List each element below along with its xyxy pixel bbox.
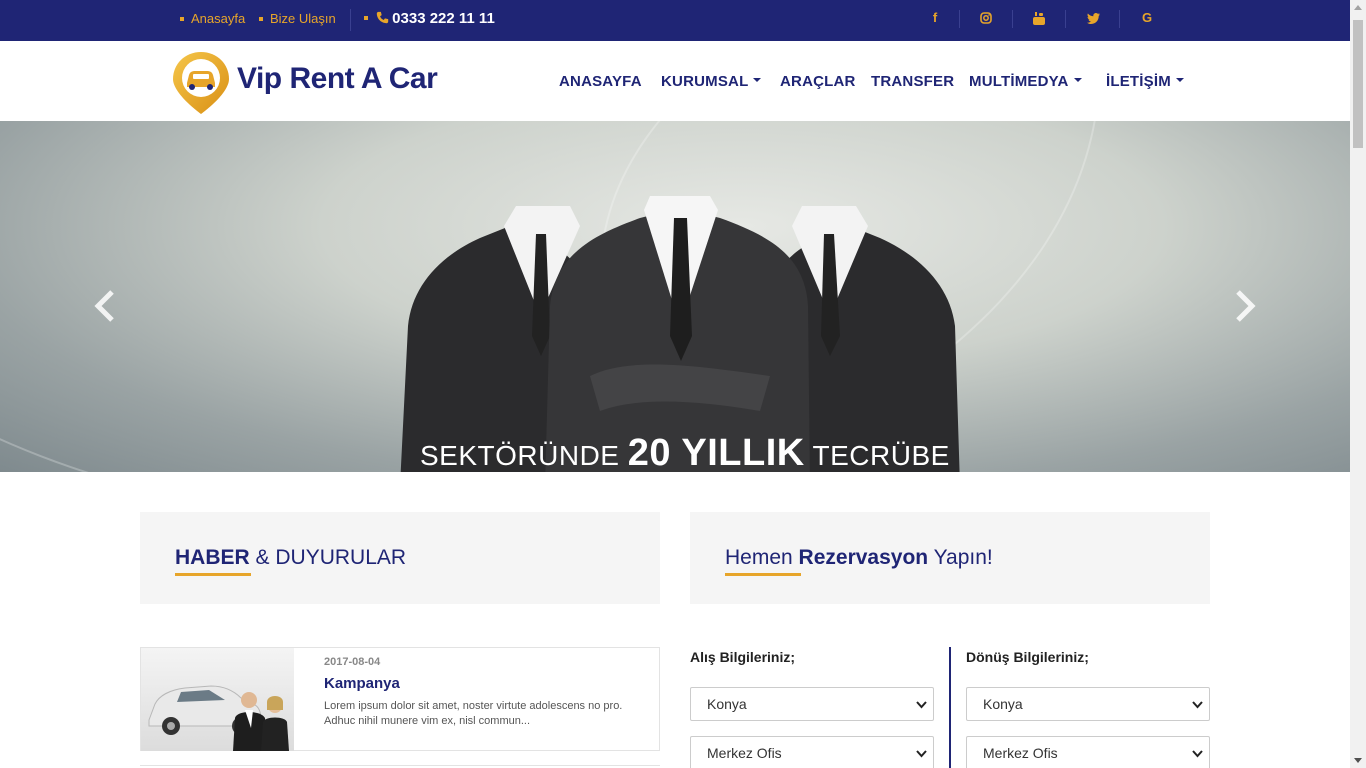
slider-prev-button[interactable]	[92, 286, 116, 326]
page-scrollbar[interactable]	[1350, 0, 1366, 768]
form-divider	[949, 647, 951, 768]
youtube-icon[interactable]	[1029, 10, 1049, 28]
nav-item-iletisim[interactable]: İLETİŞİM	[1106, 73, 1184, 90]
news-date: 2017-08-04	[324, 656, 381, 668]
triangle-up-icon	[1354, 5, 1362, 10]
chevron-down-icon	[916, 750, 927, 758]
phone-icon	[376, 11, 389, 23]
google-icon[interactable]: G	[1137, 10, 1157, 28]
title-underline	[725, 573, 801, 576]
site-logo[interactable]: Vip Rent A Car	[170, 50, 442, 116]
nav-item-transfer[interactable]: TRANSFER	[871, 73, 954, 90]
reservation-panel-header: Hemen Rezervasyon Yapın!	[690, 512, 1210, 604]
nav-item-araclar[interactable]: ARAÇLAR	[780, 73, 856, 90]
news-panel-title: HABER & DUYURULAR	[175, 546, 407, 569]
hero-slider	[0, 121, 1350, 472]
bullet-icon	[364, 16, 368, 21]
return-office-select[interactable]: Merkez Ofis	[966, 736, 1210, 768]
main-header: Vip Rent A Car ANASAYFA KURUMSAL ARAÇLAR…	[0, 41, 1350, 121]
slider-next-button[interactable]	[1234, 286, 1258, 326]
topbar-phone[interactable]: 0333 222 11 11	[364, 10, 495, 27]
scroll-down-button[interactable]	[1350, 752, 1366, 768]
car-and-people-image	[148, 685, 289, 751]
news-excerpt: Lorem ipsum dolor sit amet, noster virtu…	[324, 700, 623, 727]
nav-item-multimedya[interactable]: MULTİMEDYA	[969, 73, 1082, 90]
topbar-home-link[interactable]: Anasayfa	[180, 11, 245, 26]
pickup-office-select[interactable]: Merkez Ofis	[690, 736, 934, 768]
topbar-contact-link[interactable]: Bize Ulaşın	[259, 11, 336, 26]
social-divider	[1065, 10, 1066, 28]
slider-caption: SEKTÖRÜNDE 20 YILLIK TECRÜBE	[420, 432, 950, 474]
caret-down-icon	[1175, 78, 1184, 83]
news-panel-header: HABER & DUYURULAR	[140, 512, 660, 604]
nav-item-kurumsal[interactable]: KURUMSAL	[661, 73, 762, 90]
social-divider	[1012, 10, 1013, 28]
nav-item-anasayfa[interactable]: ANASAYFA	[559, 73, 642, 90]
return-city-select[interactable]: Konya	[966, 687, 1210, 721]
social-divider	[1119, 10, 1120, 28]
chevron-left-icon	[94, 290, 114, 322]
pickup-city-select[interactable]: Konya	[690, 687, 934, 721]
return-label: Dönüş Bilgileriniz;	[966, 649, 1089, 665]
news-item[interactable]: 2017-08-04 Kampanya Lorem ipsum dolor si…	[140, 647, 660, 751]
top-bar: Anasayfa Bize Ulaşın 0333 222 11 11 f G	[0, 0, 1350, 41]
suits-illustration	[400, 196, 960, 472]
scroll-thumb[interactable]	[1353, 20, 1363, 148]
bullet-icon	[180, 16, 184, 21]
caret-down-icon	[1073, 78, 1082, 83]
news-title[interactable]: Kampanya	[324, 675, 400, 692]
scroll-up-button[interactable]	[1350, 0, 1366, 16]
chevron-down-icon	[1192, 750, 1203, 758]
reservation-panel-title: Hemen Rezervasyon Yapın!	[725, 546, 993, 569]
facebook-icon[interactable]: f	[925, 10, 945, 28]
chevron-right-icon	[1236, 290, 1256, 322]
pickup-label: Alış Bilgileriniz;	[690, 649, 796, 665]
location-pin-logo-icon	[173, 52, 229, 114]
chevron-down-icon	[916, 701, 927, 709]
twitter-icon[interactable]	[1083, 10, 1103, 28]
triangle-down-icon	[1354, 758, 1362, 763]
social-divider	[959, 10, 960, 28]
topbar-divider	[350, 9, 351, 31]
chevron-down-icon	[1192, 701, 1203, 709]
title-underline	[175, 573, 251, 576]
news-thumbnail	[141, 648, 294, 751]
caret-down-icon	[753, 78, 762, 83]
brand-name: Vip Rent A Car	[237, 62, 438, 95]
bullet-icon	[259, 16, 263, 21]
instagram-icon[interactable]	[976, 10, 996, 28]
